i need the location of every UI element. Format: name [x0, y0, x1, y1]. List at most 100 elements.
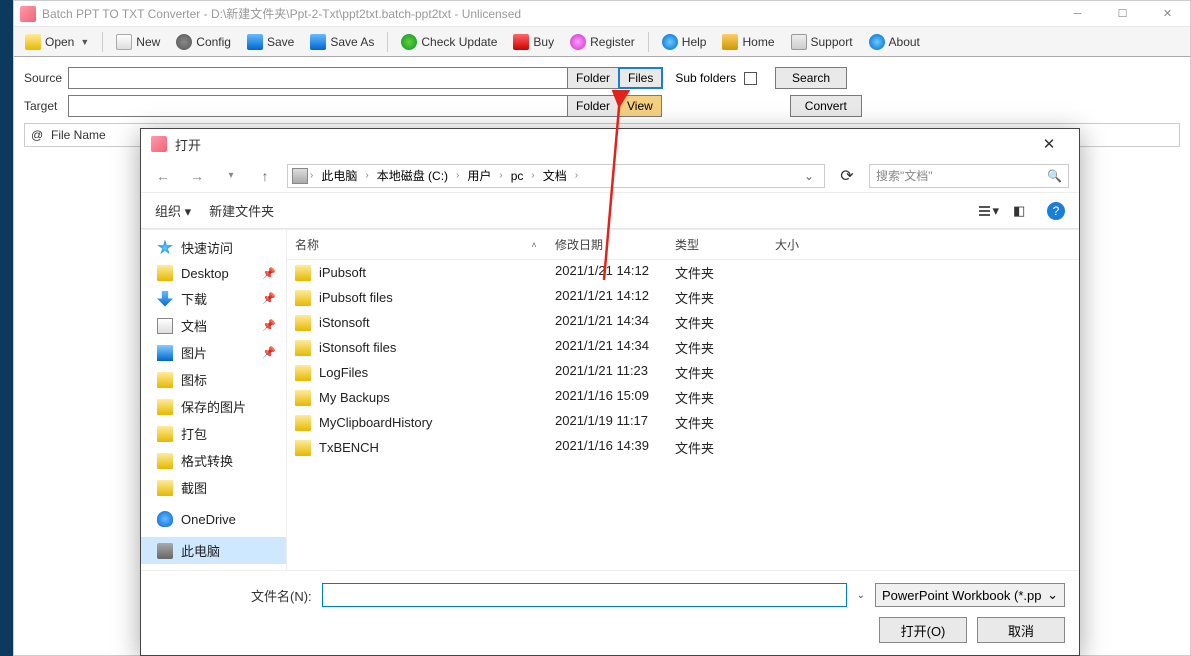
home-button[interactable]: Home: [715, 31, 781, 53]
list-filename-column: File Name: [51, 128, 106, 142]
column-name[interactable]: 名称˄: [287, 230, 547, 259]
target-folder-button[interactable]: Folder: [567, 95, 619, 117]
window-title: Batch PPT TO TXT Converter - D:\新建文件夹\Pp…: [42, 5, 521, 22]
about-button[interactable]: About: [862, 31, 927, 53]
help-button[interactable]: Help: [655, 31, 714, 53]
column-size[interactable]: 大小: [767, 230, 847, 259]
nav-tree: 快速访问 Desktop📌 下载📌 文档📌 图片📌 图标 保存的图片 打包 格式…: [141, 230, 287, 570]
tree-icons[interactable]: 图标: [141, 366, 286, 393]
file-date: 2021/1/19 11:17: [547, 410, 667, 435]
cart-icon: [513, 34, 529, 50]
file-row[interactable]: iPubsoft files2021/1/21 14:12文件夹: [287, 285, 1079, 310]
column-type[interactable]: 类型: [667, 230, 767, 259]
back-button[interactable]: ←: [151, 164, 175, 188]
file-row[interactable]: MyClipboardHistory2021/1/19 11:17文件夹: [287, 410, 1079, 435]
file-size: [767, 285, 847, 310]
search-input[interactable]: 搜索"文档" 🔍: [869, 164, 1069, 188]
pc-icon: [157, 543, 173, 559]
open-button[interactable]: Open▼: [18, 31, 96, 53]
saveas-icon: [310, 34, 326, 50]
chevron-down-icon: ▼: [80, 37, 89, 47]
new-button[interactable]: New: [109, 31, 167, 53]
saveas-button[interactable]: Save As: [303, 31, 381, 53]
form-area: Source Folder Files Sub folders Search T…: [14, 57, 1190, 117]
dialog-body: 快速访问 Desktop📌 下载📌 文档📌 图片📌 图标 保存的图片 打包 格式…: [141, 229, 1079, 570]
folder-icon: [157, 426, 173, 442]
file-row[interactable]: iPubsoft2021/1/21 14:12文件夹: [287, 260, 1079, 285]
dialog-close-button[interactable]: ✕: [1029, 135, 1069, 153]
tree-this-pc[interactable]: 此电脑: [141, 537, 286, 564]
tree-desktop[interactable]: Desktop📌: [141, 261, 286, 285]
file-row[interactable]: My Backups2021/1/16 15:09文件夹: [287, 385, 1079, 410]
breadcrumb-item[interactable]: 用户: [461, 165, 497, 186]
main-toolbar: Open▼ New Config Save Save As Check Upda…: [14, 27, 1190, 57]
new-folder-button[interactable]: 新建文件夹: [209, 201, 274, 220]
target-input[interactable]: [68, 95, 568, 117]
refresh-button[interactable]: ⟳: [835, 164, 859, 188]
dialog-icon: [151, 136, 167, 152]
cancel-button[interactable]: 取消: [977, 617, 1065, 643]
source-files-button[interactable]: Files: [618, 67, 663, 89]
file-row[interactable]: LogFiles2021/1/21 11:23文件夹: [287, 360, 1079, 385]
file-size: [767, 385, 847, 410]
breadcrumb-item[interactable]: pc: [505, 167, 530, 185]
window-controls: ─ ☐ ✕: [1055, 1, 1190, 27]
save-button[interactable]: Save: [240, 31, 301, 53]
pin-icon: 📌: [262, 292, 276, 305]
file-date: 2021/1/21 14:34: [547, 335, 667, 360]
search-button[interactable]: Search: [775, 67, 847, 89]
tree-downloads[interactable]: 下载📌: [141, 285, 286, 312]
breadcrumb-dropdown[interactable]: ⌄: [798, 169, 820, 183]
file-size: [767, 260, 847, 285]
file-row[interactable]: iStonsoft files2021/1/21 14:34文件夹: [287, 335, 1079, 360]
minimize-button[interactable]: ─: [1055, 1, 1100, 27]
source-input[interactable]: [68, 67, 568, 89]
column-date[interactable]: 修改日期: [547, 230, 667, 259]
dialog-toolbar: 组织 ▾ 新建文件夹 ▾ ◧ ?: [141, 193, 1079, 229]
subfolders-checkbox[interactable]: [744, 72, 757, 85]
folder-icon: [295, 265, 311, 281]
watermark-url: www.xiazaiba.com: [1107, 646, 1181, 656]
file-row[interactable]: TxBENCH2021/1/16 14:39文件夹: [287, 435, 1079, 460]
buy-button[interactable]: Buy: [506, 31, 561, 53]
tree-onedrive[interactable]: OneDrive: [141, 507, 286, 531]
breadcrumb-item[interactable]: 文档: [537, 165, 573, 186]
tree-format[interactable]: 格式转换: [141, 447, 286, 474]
file-row[interactable]: iStonsoft2021/1/21 14:34文件夹: [287, 310, 1079, 335]
tree-documents[interactable]: 文档📌: [141, 312, 286, 339]
filename-input[interactable]: [322, 583, 847, 607]
up-button[interactable]: ↑: [253, 164, 277, 188]
source-folder-button[interactable]: Folder: [567, 67, 619, 89]
chevron-right-icon: ›: [310, 170, 313, 181]
close-button[interactable]: ✕: [1145, 1, 1190, 27]
filename-dropdown[interactable]: ⌄: [857, 590, 865, 601]
filetype-select[interactable]: PowerPoint Workbook (*.pp⌄: [875, 583, 1065, 607]
tree-saved-pics[interactable]: 保存的图片: [141, 393, 286, 420]
register-button[interactable]: Register: [563, 31, 642, 53]
folder-icon: [295, 290, 311, 306]
maximize-button[interactable]: ☐: [1100, 1, 1145, 27]
download-icon: [157, 291, 173, 307]
home-icon: [722, 34, 738, 50]
breadcrumb-item[interactable]: 本地磁盘 (C:): [371, 165, 454, 186]
help-icon[interactable]: ?: [1047, 202, 1065, 220]
recent-dropdown[interactable]: ▾: [219, 164, 243, 188]
breadcrumb[interactable]: › 此电脑 › 本地磁盘 (C:) › 用户 › pc › 文档 › ⌄: [287, 164, 825, 188]
forward-button[interactable]: →: [185, 164, 209, 188]
breadcrumb-item[interactable]: 此电脑: [315, 165, 363, 186]
convert-button[interactable]: Convert: [790, 95, 862, 117]
file-type: 文件夹: [667, 260, 767, 285]
pin-icon: 📌: [262, 346, 276, 359]
open-button[interactable]: 打开(O): [879, 617, 967, 643]
preview-pane-button[interactable]: ◧: [1013, 203, 1033, 219]
tree-pack[interactable]: 打包: [141, 420, 286, 447]
tree-screenshot[interactable]: 截图: [141, 474, 286, 501]
target-view-button[interactable]: View: [618, 95, 662, 117]
check-update-button[interactable]: Check Update: [394, 31, 504, 53]
config-button[interactable]: Config: [169, 31, 238, 53]
support-button[interactable]: Support: [784, 31, 860, 53]
tree-pictures[interactable]: 图片📌: [141, 339, 286, 366]
view-mode-button[interactable]: ▾: [979, 203, 999, 219]
organize-button[interactable]: 组织 ▾: [155, 201, 191, 220]
tree-quick-access[interactable]: 快速访问: [141, 234, 286, 261]
